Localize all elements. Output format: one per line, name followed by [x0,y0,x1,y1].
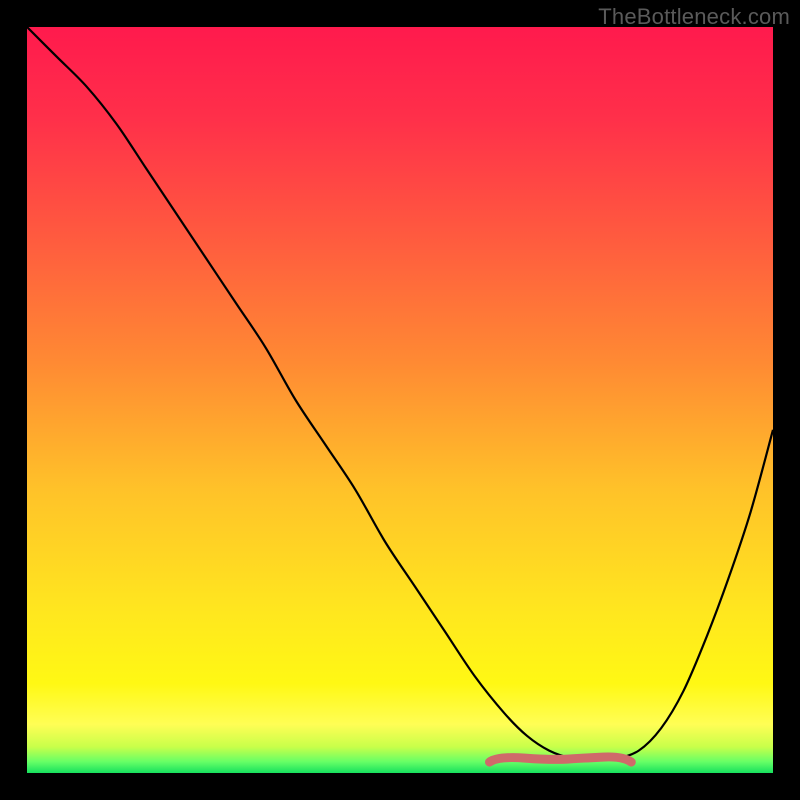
gradient-background [27,27,773,773]
plot-area [27,27,773,773]
optimal-band [490,757,632,762]
bottleneck-chart [27,27,773,773]
chart-frame: TheBottleneck.com [0,0,800,800]
